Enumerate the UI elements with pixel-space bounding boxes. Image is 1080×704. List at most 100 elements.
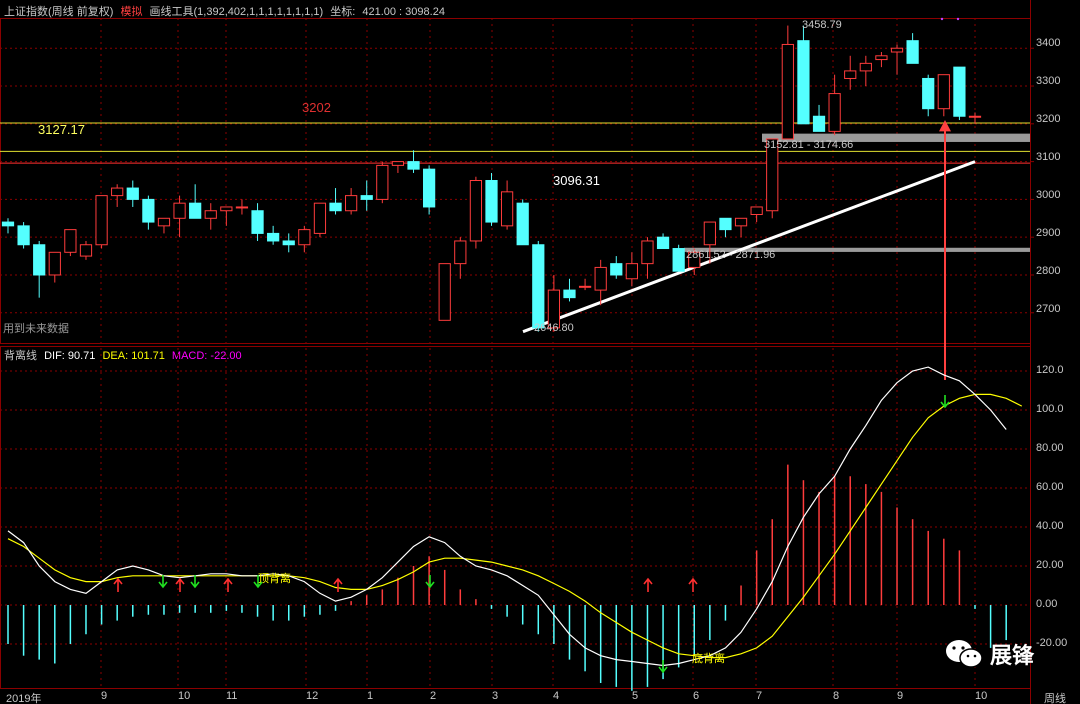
marker-dot [940, 17, 944, 21]
candle-body [360, 195, 373, 200]
low-price-label: 2646.80 [534, 322, 574, 334]
price-tick: 2900 [1036, 227, 1061, 239]
candle-body [329, 202, 342, 212]
date-label: 6 [693, 690, 700, 702]
candle-body [33, 244, 46, 276]
price-tick: 3300 [1036, 75, 1061, 87]
candle-body [532, 244, 545, 329]
candle-body [204, 210, 217, 219]
macd-tick: -20.00 [1036, 637, 1068, 649]
sell-signal-arrow [158, 575, 168, 589]
marker-dot [956, 17, 960, 21]
candle-body [656, 236, 670, 250]
candle-body [516, 202, 529, 246]
candle-body [1, 221, 15, 227]
buy-signal-arrow [113, 577, 123, 592]
top-divergence-label: 顶背离 [258, 573, 291, 585]
candle-body [781, 43, 794, 140]
wechat-icon [946, 640, 983, 668]
period-label[interactable]: 周线 [1044, 690, 1066, 704]
candle-body [422, 168, 436, 208]
date-label: 7 [756, 690, 763, 702]
candle-body [126, 187, 139, 200]
watermark-text: 展锋 [990, 643, 1035, 668]
date-label: 9 [101, 690, 108, 702]
lower-zone-label: 2861.52 - 2871.96 [686, 249, 776, 261]
buy-signal-arrow [333, 577, 343, 592]
sell-signal-arrow [940, 395, 950, 409]
candle-body [641, 240, 654, 265]
candle-body [142, 198, 155, 223]
date-label: 8 [833, 690, 840, 702]
date-label: 10 [975, 690, 988, 702]
candle-body [376, 164, 389, 200]
candle-body [313, 202, 327, 234]
candle-body [750, 206, 763, 216]
candle-body [64, 229, 77, 253]
macd-tick: 20.00 [1036, 559, 1064, 571]
buy-signal-arrow [175, 577, 185, 592]
candle-body [953, 66, 966, 117]
bottom-divergence-label: 底背离 [692, 653, 725, 665]
macd-tick: 80.00 [1036, 442, 1064, 454]
candle-body [610, 263, 623, 276]
candle-body [95, 195, 108, 246]
watermark: 展锋 [944, 637, 1034, 671]
price-panel-frame [0, 18, 1031, 344]
candle-body [282, 240, 295, 246]
candle-body [17, 225, 30, 246]
buy-signal-arrow [688, 577, 698, 592]
buy-signal-arrow [223, 577, 233, 592]
chart-canvas[interactable] [0, 0, 1080, 704]
candle-body [438, 263, 451, 321]
candle-body [719, 217, 732, 231]
date-label: 4 [553, 690, 560, 702]
stock-chart-window: { "header": { "title": "上证指数(周线 前复权)", "… [0, 0, 1080, 704]
date-label: 12 [306, 690, 319, 702]
candle-body [391, 161, 405, 166]
candle-body [968, 115, 982, 118]
future-data-note: 用到未来数据 [3, 323, 69, 335]
sell-signal-arrow [658, 660, 668, 674]
price-tick: 2700 [1036, 303, 1061, 315]
candle-body [563, 289, 576, 299]
macd-tick: 40.00 [1036, 520, 1064, 532]
candle-body [220, 206, 233, 212]
candle-body [189, 202, 202, 219]
high-price-label: 3458.79 [802, 19, 842, 31]
macd-tick: 120.0 [1036, 364, 1064, 376]
dea-line [7, 393, 1023, 659]
candle-body [345, 195, 358, 212]
candle-body [111, 187, 124, 197]
candle-body [703, 221, 716, 246]
candle-body [454, 240, 467, 265]
candle-body [251, 210, 264, 234]
candle-body [267, 232, 280, 242]
date-label: 2019年 [6, 693, 42, 704]
candle-body [407, 161, 420, 170]
level-3202-label: 3202 [302, 100, 331, 115]
date-label: 1 [367, 690, 374, 702]
candle-body [594, 266, 607, 291]
candle-body [812, 115, 826, 132]
candle-body [157, 217, 171, 227]
candle-body [890, 47, 904, 53]
candle-body [844, 70, 857, 79]
candle-body [485, 180, 498, 223]
candle-body [937, 74, 950, 110]
candle-body [906, 40, 919, 64]
price-tick: 3000 [1036, 189, 1061, 201]
upper-zone-label: 3152.81 - 3174.66 [764, 139, 854, 151]
date-label: 5 [632, 690, 639, 702]
candle-body [797, 40, 810, 125]
candle-body [48, 251, 61, 276]
candle-body [469, 180, 483, 242]
macd-tick: 60.00 [1036, 481, 1064, 493]
level-3127-label: 3127.17 [38, 122, 85, 137]
date-label: 9 [897, 690, 904, 702]
sell-signal-arrow [425, 575, 435, 589]
price-tick: 3100 [1036, 151, 1061, 163]
sell-signal-arrow [190, 575, 200, 589]
date-label: 3 [492, 690, 499, 702]
candle-body [79, 244, 93, 257]
